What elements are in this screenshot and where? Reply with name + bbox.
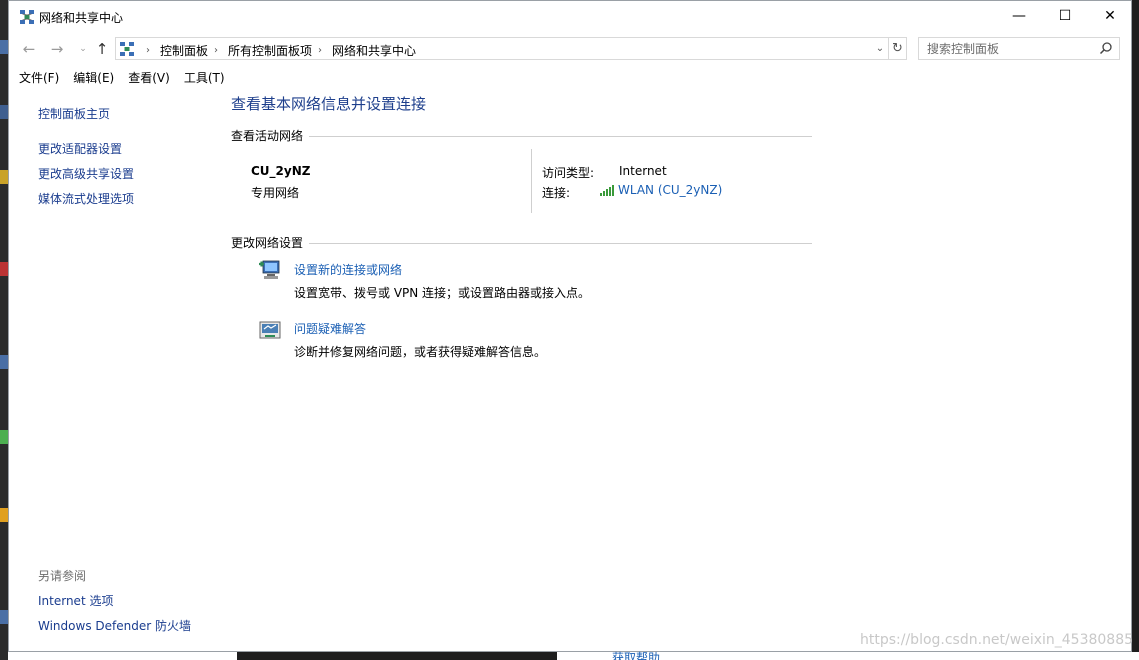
chevron-right-icon[interactable]: › bbox=[146, 45, 150, 56]
network-center-icon bbox=[20, 10, 34, 24]
sidebar-link-internet-options[interactable]: Internet 选项 bbox=[38, 592, 113, 609]
desktop-icon[interactable] bbox=[0, 508, 8, 522]
desktop-background-strip bbox=[0, 0, 8, 660]
recent-locations-button[interactable]: ⌄ bbox=[73, 40, 93, 58]
access-type-label: 访问类型: bbox=[542, 166, 595, 180]
sidebar: 控制面板主页 更改适配器设置 更改高级共享设置 媒体流式处理选项 另请参阅 In… bbox=[9, 91, 209, 651]
desktop-icon[interactable] bbox=[0, 610, 8, 624]
setup-new-connection-link[interactable]: 设置新的连接或网络 bbox=[294, 261, 402, 278]
sidebar-link-defender-firewall[interactable]: Windows Defender 防火墙 bbox=[38, 617, 191, 634]
breadcrumb-control-panel[interactable]: 控制面板 bbox=[160, 42, 208, 59]
background-window-edge-dark bbox=[237, 652, 557, 660]
connection-link[interactable]: WLAN (CU_2yNZ) bbox=[600, 183, 722, 197]
breadcrumb-all-items[interactable]: 所有控制面板项 bbox=[228, 42, 312, 59]
see-also-label: 另请参阅 bbox=[38, 569, 87, 583]
breadcrumb: › 控制面板 › 所有控制面板项 › 网络和共享中心 bbox=[140, 42, 416, 59]
maximize-button[interactable]: ☐ bbox=[1042, 1, 1088, 31]
section-divider bbox=[309, 243, 812, 244]
section-divider bbox=[309, 136, 812, 137]
background-help-link[interactable]: 获取帮助 bbox=[612, 648, 660, 660]
forward-button[interactable]: → bbox=[47, 40, 67, 58]
page-title: 查看基本网络信息并设置连接 bbox=[231, 95, 427, 113]
menu-file[interactable]: 文件(F) bbox=[19, 67, 59, 89]
chevron-right-icon[interactable]: › bbox=[214, 45, 218, 56]
sidebar-link-advanced-sharing[interactable]: 更改高级共享设置 bbox=[38, 165, 134, 182]
wifi-signal-icon bbox=[600, 185, 614, 196]
desktop-icon[interactable] bbox=[0, 40, 8, 54]
title-bar: 网络和共享中心 — ☐ ✕ bbox=[9, 1, 1131, 33]
access-type-value: Internet bbox=[619, 164, 667, 178]
control-panel-icon bbox=[120, 42, 134, 56]
change-settings-header: 更改网络设置 bbox=[231, 236, 304, 250]
search-icon[interactable] bbox=[1099, 41, 1113, 55]
menu-view[interactable]: 查看(V) bbox=[128, 67, 170, 89]
background-window-edge bbox=[8, 652, 1139, 660]
connection-name[interactable]: WLAN (CU_2yNZ) bbox=[618, 183, 722, 197]
sidebar-link-media-streaming[interactable]: 媒体流式处理选项 bbox=[38, 190, 134, 207]
address-dropdown-button[interactable]: ⌄ bbox=[872, 38, 888, 59]
search-box bbox=[918, 37, 1120, 60]
menu-tools[interactable]: 工具(T) bbox=[184, 67, 225, 89]
sidebar-link-control-panel-home[interactable]: 控制面板主页 bbox=[38, 105, 110, 122]
network-type[interactable]: 专用网络 bbox=[251, 184, 299, 201]
troubleshoot-icon[interactable] bbox=[257, 318, 283, 344]
network-name: CU_2yNZ bbox=[251, 164, 311, 178]
watermark: https://blog.csdn.net/weixin_45380885 bbox=[860, 632, 1134, 648]
troubleshoot-desc: 诊断并修复网络问题，或者获得疑难解答信息。 bbox=[294, 345, 547, 359]
refresh-button[interactable]: ↻ bbox=[888, 38, 906, 59]
network-sharing-center-window: 网络和共享中心 — ☐ ✕ ← → ⌄ ↑ › 控制面板 › 所有控制面板项 ›… bbox=[8, 0, 1132, 652]
connection-label: 连接: bbox=[542, 186, 571, 200]
chevron-right-icon[interactable]: › bbox=[318, 45, 322, 56]
minimize-button[interactable]: — bbox=[996, 1, 1042, 31]
troubleshoot-link[interactable]: 问题疑难解答 bbox=[294, 320, 366, 337]
desktop-icon[interactable] bbox=[0, 262, 8, 276]
active-networks-header: 查看活动网络 bbox=[231, 129, 304, 143]
vertical-divider bbox=[531, 149, 532, 213]
window-title: 网络和共享中心 bbox=[39, 11, 124, 25]
address-row: ← → ⌄ ↑ › 控制面板 › 所有控制面板项 › 网络和共享中心 ⌄ ↻ bbox=[9, 33, 1131, 65]
back-button[interactable]: ← bbox=[19, 40, 39, 58]
desktop-icon[interactable] bbox=[0, 105, 8, 119]
new-connection-icon[interactable] bbox=[257, 258, 283, 284]
close-button[interactable]: ✕ bbox=[1087, 1, 1133, 31]
setup-new-connection-desc: 设置宽带、拨号或 VPN 连接；或设置路由器或接入点。 bbox=[294, 286, 591, 300]
address-bar[interactable]: › 控制面板 › 所有控制面板项 › 网络和共享中心 ⌄ ↻ bbox=[115, 37, 907, 60]
main-content: 查看基本网络信息并设置连接 查看活动网络 CU_2yNZ 专用网络 访问类型: … bbox=[231, 91, 1131, 651]
sidebar-link-adapter-settings[interactable]: 更改适配器设置 bbox=[38, 140, 122, 157]
search-input[interactable] bbox=[927, 40, 1097, 57]
up-button[interactable]: ↑ bbox=[92, 40, 112, 58]
desktop-icon[interactable] bbox=[0, 430, 8, 444]
breadcrumb-network-center[interactable]: 网络和共享中心 bbox=[332, 42, 416, 59]
menu-bar: 文件(F) 编辑(E) 查看(V) 工具(T) bbox=[9, 67, 1131, 89]
desktop-icon[interactable] bbox=[0, 355, 8, 369]
menu-edit[interactable]: 编辑(E) bbox=[73, 67, 114, 89]
desktop-icon[interactable] bbox=[0, 170, 8, 184]
